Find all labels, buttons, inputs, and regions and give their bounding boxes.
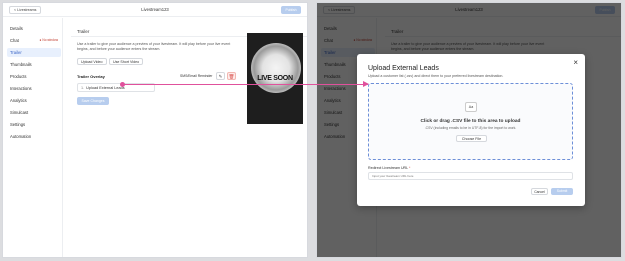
sidebar-item-simulcast[interactable]: Simulcast [7, 108, 61, 117]
redirect-url-label: Redirect Livestream URL * [368, 166, 411, 170]
use-short-video-button[interactable]: Use Short Video [109, 58, 144, 65]
publish-button[interactable]: Publish [281, 6, 301, 14]
cancel-button[interactable]: Cancel [531, 188, 548, 195]
pointer-arrow-head-icon [363, 81, 369, 87]
preview-disc-graphic [251, 43, 301, 93]
sidebar-item-analytics[interactable]: Analytics [7, 96, 61, 105]
trailer-description: Use a trailer to give your audience a pr… [77, 42, 231, 51]
edit-icon[interactable]: ✎ [216, 72, 225, 80]
sidebar-item-trailer[interactable]: Trailer [7, 48, 61, 57]
upload-external-leads-label: Upload External Leads [86, 86, 125, 90]
required-marker: * [409, 166, 411, 170]
dropzone-instructions: Click or drag .CSV file to this area to … [420, 119, 521, 124]
trailer-editor-pane: < Livestreams Livestream123 Publish Deta… [2, 2, 308, 258]
list-number: 1. [81, 86, 85, 90]
submit-button[interactable]: Submit [551, 188, 573, 195]
redirect-url-input[interactable] [368, 172, 573, 180]
trailer-preview: LIVE SOON [247, 33, 303, 124]
page-title: Livestream123 [141, 7, 169, 12]
sidebar-item-thumbnails[interactable]: Thumbnails [7, 60, 61, 69]
sidebar-item-details[interactable]: Details [7, 24, 61, 33]
modal-subtitle: Upload a customer list (.csv) and direct… [368, 74, 504, 78]
top-bar: < Livestreams Livestream123 Publish [3, 3, 307, 17]
save-changes-button[interactable]: Save Changes [77, 97, 109, 105]
live-soon-preview-text: LIVE SOON [257, 75, 293, 82]
csv-dropzone[interactable]: Aa Click or drag .CSV file to this area … [368, 83, 573, 160]
trash-icon[interactable]: 🗑 [227, 72, 236, 80]
sidebar-item-products[interactable]: Products [7, 72, 61, 81]
file-upload-icon: Aa [465, 102, 477, 112]
modal-title: Upload External Leads [368, 65, 439, 72]
chat-status-badge: ●No window [38, 36, 58, 45]
close-icon[interactable]: × [573, 59, 578, 67]
sms-email-reminder-label: SMS/Email Reminder [180, 74, 213, 78]
upload-video-button[interactable]: Upload Video [77, 58, 107, 65]
sidebar-item-settings[interactable]: Settings [7, 120, 61, 129]
choose-file-button[interactable]: Choose File [456, 135, 487, 142]
sidebar: Details Chat ●No window Trailer Thumbnai… [3, 18, 63, 257]
sidebar-item-interactions[interactable]: Interactions [7, 84, 61, 93]
sidebar-item-label: Chat [10, 38, 19, 43]
upload-external-leads-modal: Upload External Leads × Upload a custome… [357, 54, 585, 206]
section-title: Trailer [77, 29, 90, 34]
dropzone-hint: .CSV (including emails to be in UTF-8) f… [424, 126, 517, 130]
trailer-overlay-label: Trailer Overlay [77, 74, 105, 79]
sidebar-item-automation[interactable]: Automation [7, 132, 61, 141]
pointer-arrow [122, 84, 368, 85]
sidebar-item-chat[interactable]: Chat ●No window [7, 36, 61, 45]
